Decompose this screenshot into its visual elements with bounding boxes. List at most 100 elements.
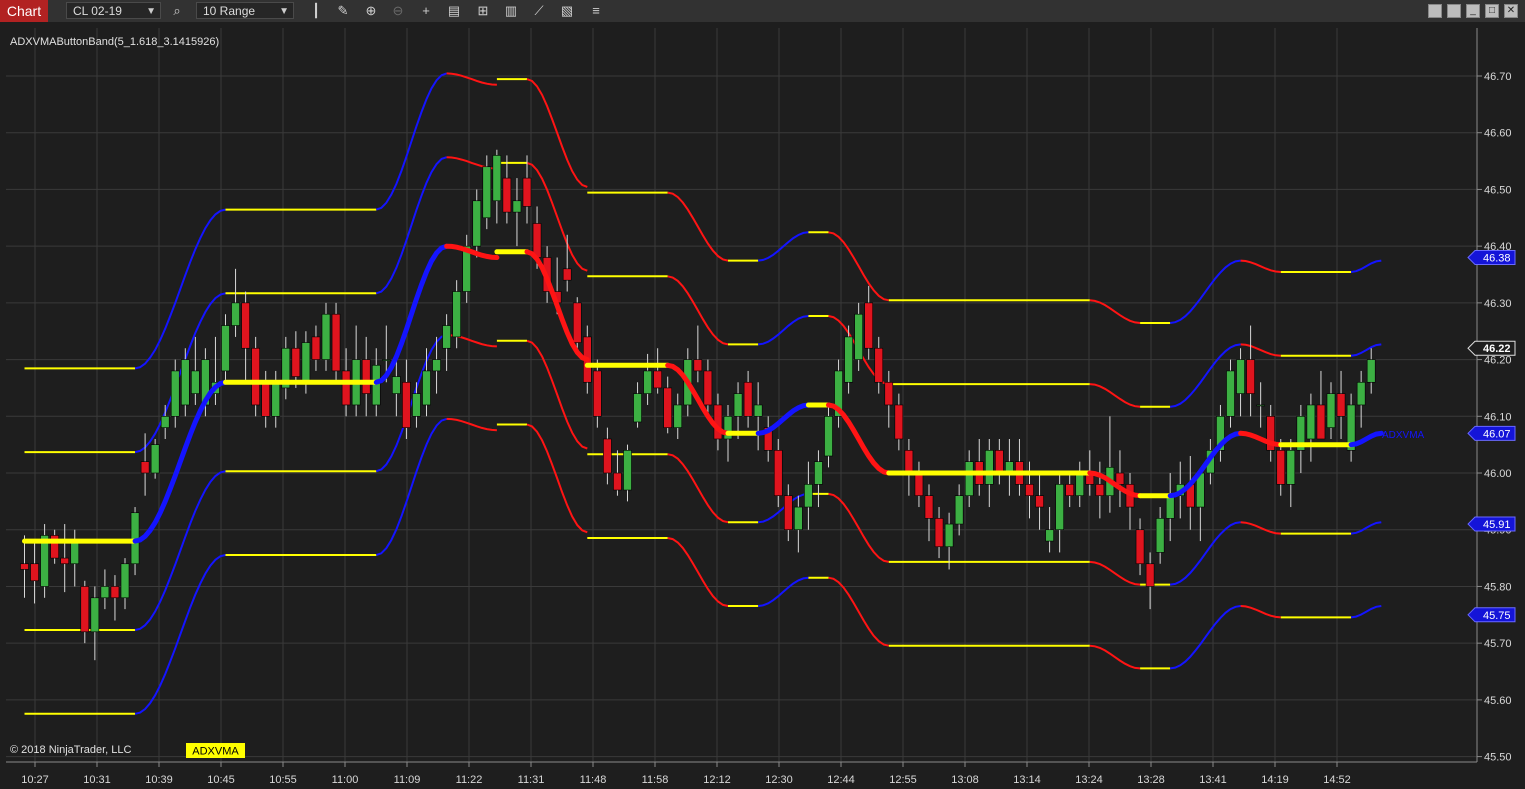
time-tick-label: 13:14: [1013, 774, 1041, 786]
candle-body: [452, 291, 461, 338]
candle-body: [160, 415, 170, 428]
candle-body: [1276, 450, 1286, 485]
close-icon[interactable]: ✕: [1504, 4, 1518, 18]
candle-body: [371, 364, 381, 406]
zoom-out-icon[interactable]: ⊖: [390, 3, 406, 19]
price-marker-label: 46.38: [1483, 252, 1511, 264]
candle-body: [1095, 484, 1105, 497]
candle-body: [914, 472, 924, 497]
candle-body: [170, 370, 180, 417]
time-tick-label: 11:00: [332, 774, 359, 786]
indicators-icon[interactable]: ⊞: [475, 3, 491, 19]
candle-body: [954, 495, 964, 525]
candle-body: [442, 325, 451, 349]
copyright-text: © 2018 NinjaTrader, LLC: [10, 744, 131, 756]
time-tick-label: 13:41: [1199, 774, 1227, 786]
chart-tab[interactable]: Chart: [0, 0, 48, 22]
strategies-icon[interactable]: ▥: [503, 3, 519, 19]
bar-type-icon[interactable]: ┃: [308, 3, 324, 19]
candle-body: [1035, 495, 1044, 508]
candle-body: [412, 393, 421, 417]
candle-body: [663, 387, 673, 428]
candle-body: [301, 342, 311, 383]
price-tick-label: 45.80: [1484, 581, 1512, 593]
candle-body: [331, 313, 341, 372]
time-tick-label: 12:30: [765, 774, 793, 786]
indicator-label: ADXVMAButtonBand(5_1.618_3.1415926): [10, 36, 219, 48]
candle-body: [1135, 529, 1145, 565]
time-tick-label: 12:12: [703, 774, 731, 786]
candle-body: [613, 472, 622, 491]
candle-body: [422, 370, 431, 406]
price-marker-label: 45.75: [1483, 610, 1511, 622]
candle-body: [673, 404, 683, 428]
minimize-icon[interactable]: [1447, 4, 1461, 18]
minimize-window-icon[interactable]: _: [1466, 4, 1480, 18]
candle-body: [241, 302, 250, 349]
candle-body: [472, 200, 482, 247]
candle-body: [311, 336, 321, 360]
candle-body: [1155, 518, 1165, 553]
price-tick-label: 45.70: [1484, 638, 1512, 650]
candle-body: [291, 347, 301, 377]
candle-body: [110, 586, 120, 599]
time-tick-label: 13:08: [951, 774, 979, 786]
candle-body: [1306, 404, 1316, 440]
candle-body: [1145, 563, 1155, 587]
time-tick-label: 11:48: [580, 774, 607, 786]
candle-body: [502, 177, 512, 213]
zoom-in-icon[interactable]: ⊕: [363, 3, 379, 19]
candle-body: [1065, 484, 1074, 497]
candle-body: [381, 359, 391, 361]
candle-body: [1316, 404, 1326, 440]
price-tick-label: 46.60: [1484, 128, 1512, 140]
instrument-selector[interactable]: CL 02-19 ▼: [66, 2, 161, 19]
crosshair-icon[interactable]: +: [418, 3, 434, 19]
templates-icon[interactable]: ⟋: [531, 3, 547, 19]
price-chart[interactable]: 46.7046.6046.5046.4046.3046.2046.1046.00…: [0, 22, 1525, 789]
time-tick-label: 11:09: [394, 774, 421, 786]
candle-body: [221, 325, 230, 372]
candle-body: [844, 336, 853, 383]
candle-body: [1236, 359, 1245, 394]
candle-body: [1115, 472, 1125, 485]
indicator-badge[interactable]: ADXVMA: [192, 746, 239, 758]
candle-body: [90, 597, 100, 633]
candle-body: [824, 415, 833, 457]
menu-icon[interactable]: ≡: [588, 3, 604, 19]
candle-body: [1256, 404, 1265, 407]
price-tick-label: 46.70: [1484, 71, 1512, 83]
draw-icon[interactable]: ✎: [335, 3, 351, 19]
candle-body: [140, 461, 150, 474]
candle-body: [964, 461, 974, 497]
bar-type-selector[interactable]: 10 Range ▼: [196, 2, 294, 19]
candle-body: [934, 518, 944, 548]
candle-body: [150, 444, 160, 474]
candle-body: [924, 495, 934, 519]
candle-body: [874, 347, 884, 383]
candle-body: [361, 359, 371, 394]
candle-body: [623, 450, 632, 491]
instrument-value: CL 02-19: [73, 4, 122, 18]
time-tick-label: 12:44: [827, 774, 855, 786]
candle-body: [532, 223, 542, 258]
properties-icon[interactable]: ▧: [559, 3, 575, 19]
plot-label: ADXVMA: [1382, 430, 1425, 441]
tile-icon[interactable]: [1428, 4, 1442, 18]
candle-body: [703, 370, 713, 406]
candle-body: [814, 461, 823, 485]
price-tick-label: 46.50: [1484, 184, 1512, 196]
candle-body: [271, 381, 281, 417]
time-tick-label: 14:19: [1261, 774, 1289, 786]
maximize-icon[interactable]: □: [1485, 4, 1499, 18]
candle-body: [432, 359, 441, 372]
candle-body: [1326, 393, 1336, 428]
candle-body: [191, 370, 200, 394]
candle-body: [713, 404, 723, 440]
candle-body: [402, 381, 411, 428]
search-icon[interactable]: ⌕: [169, 3, 185, 19]
candle-body: [261, 381, 271, 417]
candle-body: [30, 563, 39, 582]
time-tick-label: 10:55: [269, 774, 297, 786]
data-box-icon[interactable]: ▤: [446, 3, 462, 19]
